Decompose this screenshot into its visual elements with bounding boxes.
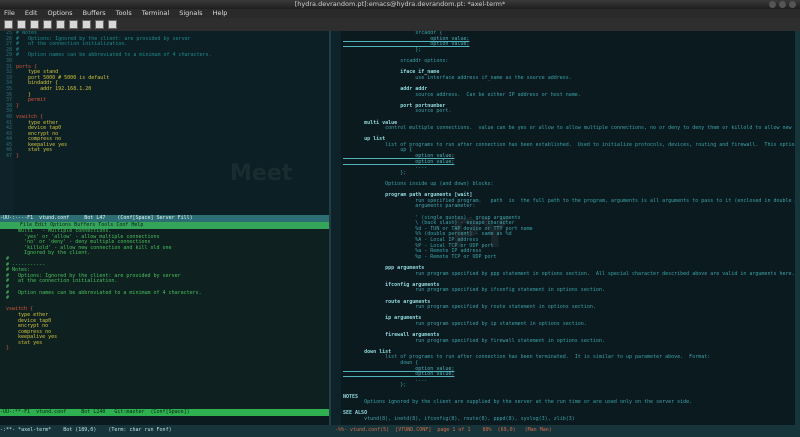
close-icon[interactable]	[43, 20, 52, 29]
copy-icon[interactable]	[69, 20, 78, 29]
left-top-modeline: -UU-:----F1 vtund.conf Bot L47 (Conf[Spa…	[0, 215, 329, 222]
window-controls	[769, 1, 796, 8]
menu-buffers[interactable]: Buffers	[83, 9, 106, 18]
close-window-icon[interactable]	[789, 1, 796, 8]
left-bottom-menu-text[interactable]: File Edit Options Buffers Tools Conf Hel…	[0, 222, 329, 229]
open-folder-icon[interactable]	[17, 20, 26, 29]
menu-signals[interactable]: Signals	[179, 9, 202, 18]
manpage-line: vtund(8), inetd(8), ifconfig(8), route(8…	[343, 415, 575, 422]
code-line: }	[6, 345, 10, 352]
window-title: [hydra.devrandom.pt]:emacs@hydra.devrand…	[294, 0, 506, 8]
bottom-right-modeline: -%%- vtund.conf(5) [VTUND.CONF] page 1 o…	[335, 427, 552, 433]
save-icon[interactable]	[30, 20, 39, 29]
new-file-icon[interactable]	[4, 20, 13, 29]
line-number: 47	[5, 153, 12, 160]
background-watermark-right: PY	[451, 211, 510, 257]
window-titlebar: [hydra.devrandom.pt]:emacs@hydra.devrand…	[0, 0, 800, 9]
right-scrollbar[interactable]	[795, 31, 800, 425]
mail-icon[interactable]	[95, 20, 104, 29]
code-area[interactable]: # Notes # Options: Ignored by the client:…	[16, 31, 329, 215]
background-watermark: Meet	[230, 161, 293, 186]
left-bottom-modeline: -UU-:**-F1 vtund.conf Bot L240 Git:maste…	[0, 409, 329, 416]
minimize-icon[interactable]	[769, 1, 776, 8]
left-bottom-menubar[interactable]: File Edit Options Buffers Tools Conf Hel…	[0, 222, 329, 229]
print-icon[interactable]	[108, 20, 117, 29]
right-line-gutter	[331, 31, 341, 425]
bottom-bar: -:**- *axel-term* Bot (189,0) (Term: cha…	[0, 425, 800, 437]
menu-file[interactable]: File	[4, 9, 15, 18]
paste-icon[interactable]	[82, 20, 91, 29]
menu-terminal[interactable]: Terminal	[142, 9, 169, 18]
menu-bar: File Edit Options Buffers Tools Terminal…	[0, 9, 800, 18]
bottom-left-modeline: -:**- *axel-term* Bot (189,0) (Term: cha…	[0, 427, 172, 433]
maximize-icon[interactable]	[779, 1, 786, 8]
menu-edit[interactable]: Edit	[25, 9, 38, 18]
cut-icon[interactable]	[56, 20, 65, 29]
menu-tools[interactable]: Tools	[116, 9, 132, 18]
left-bottom-pane[interactable]: multi - Multiple connections. 'yes' or '…	[0, 229, 329, 409]
left-top-pane[interactable]: 25 26 27 28 29 30 31 32 33 34 35 36 37 38 39 40 41 42 43 44…	[0, 31, 329, 215]
manpage-line: control multiple connections. value can …	[343, 125, 800, 132]
code-area-bottom[interactable]: multi - Multiple connections. 'yes' or '…	[6, 229, 329, 409]
line-number-gutter: 25 26 27 28 29 30 31 32 33 34 35 36 37 38 39 40 41 42 43 44…	[0, 31, 13, 215]
right-manpage-pane[interactable]: srcaddr { option value; option value; };…	[331, 31, 800, 425]
menu-help[interactable]: Help	[213, 9, 228, 18]
manpage-line: run program specified by ppp statement i…	[343, 270, 795, 277]
manpage-text[interactable]: srcaddr { option value; option value; };…	[343, 31, 800, 425]
menu-options[interactable]: Options	[47, 9, 72, 18]
code-line: }	[16, 153, 20, 160]
toolbar	[0, 18, 800, 31]
